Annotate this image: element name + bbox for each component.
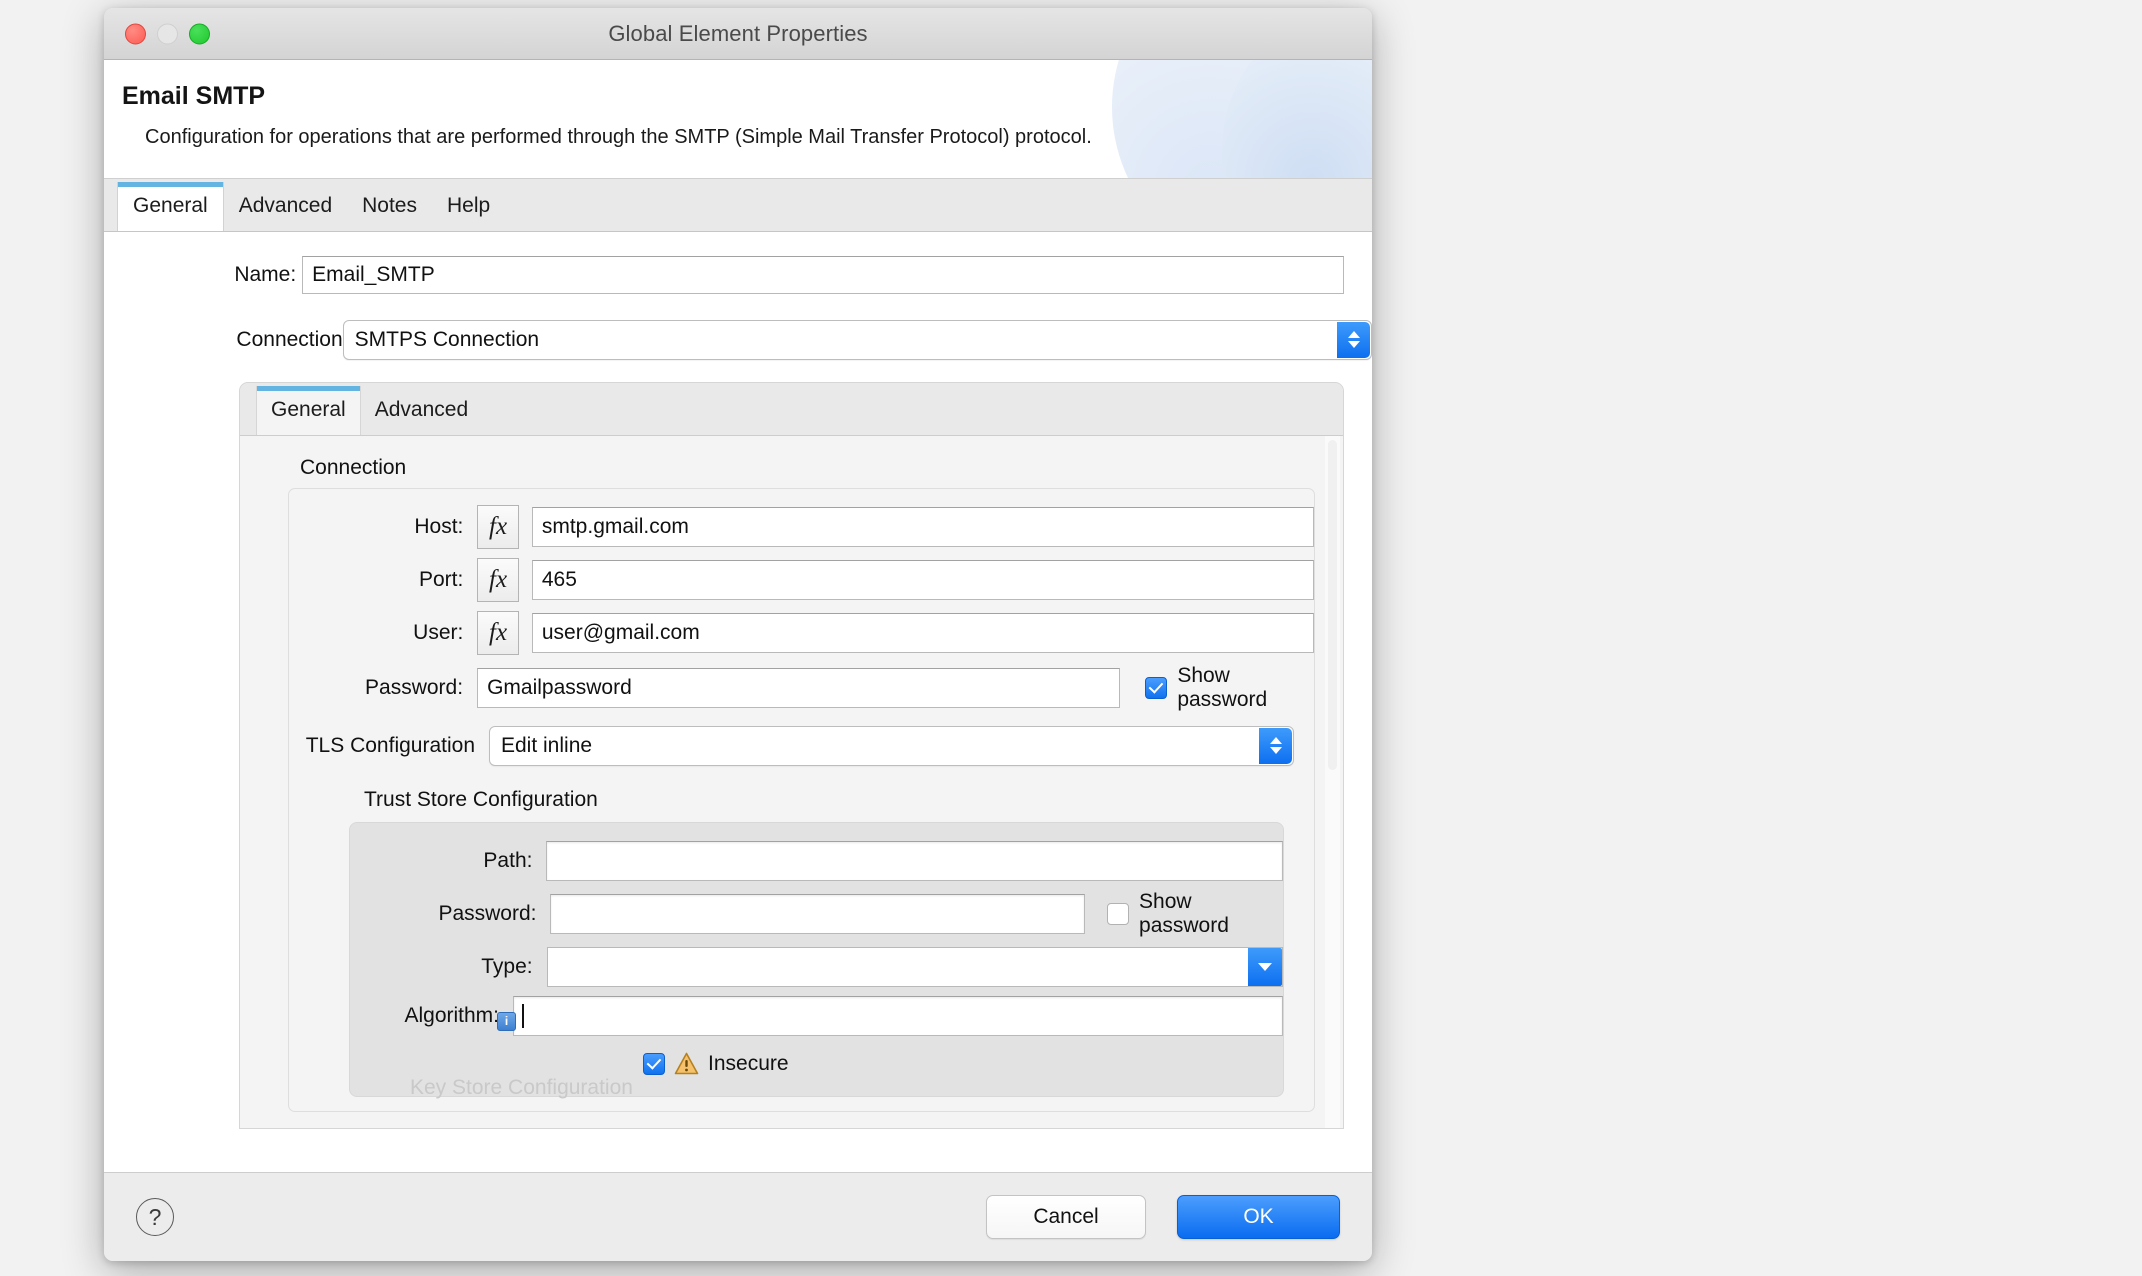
tab-general-label: General	[133, 194, 208, 218]
show-password-checkbox[interactable]: Show password	[1145, 664, 1314, 712]
connection-label: Connection	[236, 327, 343, 351]
traffic-lights	[125, 23, 210, 44]
trust-store-password-label: Password:	[438, 901, 537, 925]
minimize-window-icon[interactable]	[157, 23, 178, 44]
tab-notes[interactable]: Notes	[347, 182, 432, 231]
trust-store-show-password-label: Show password	[1139, 889, 1229, 937]
connection-config-panel: General Advanced Connection Host: fx Po	[239, 381, 1344, 1129]
info-icon[interactable]: i	[497, 1011, 516, 1031]
clipped-next-section: Key Store Configuration	[240, 1076, 1343, 1112]
trust-store-show-password-checkbox-box[interactable]	[1107, 902, 1130, 925]
clipped-next-section-label: Key Store Configuration	[410, 1075, 633, 1099]
password-input[interactable]	[477, 667, 1121, 708]
page-description: Configuration for operations that are pe…	[145, 126, 1092, 148]
trust-store-algorithm-row: Algorithm: i	[350, 995, 1283, 1036]
connection-tab-general[interactable]: General	[256, 385, 361, 435]
password-label: Password:	[365, 675, 464, 699]
host-expression-fx-icon[interactable]: fx	[477, 504, 519, 549]
trust-store-show-password-checkbox[interactable]: Show password	[1107, 890, 1283, 938]
host-input[interactable]	[531, 506, 1314, 547]
insecure-label: Insecure	[708, 1051, 789, 1075]
header-decoration-circle	[1112, 60, 1372, 178]
tab-help[interactable]: Help	[432, 182, 505, 231]
trust-store-path-input[interactable]	[546, 840, 1283, 881]
host-row: Host: fx	[289, 504, 1314, 549]
connection-tab-general-label: General	[271, 398, 346, 422]
main-tab-bar: General Advanced Notes Help	[104, 178, 1372, 232]
port-row: Port: fx	[289, 557, 1314, 602]
trust-store-path-label: Path:	[483, 848, 533, 872]
host-label: Host:	[414, 514, 464, 538]
trust-store-box: Path: Password: Show password Type: Algo…	[349, 821, 1284, 1097]
trust-store-algorithm-label: Algorithm:	[404, 1003, 499, 1027]
trust-store-path-row: Path:	[350, 840, 1283, 881]
connection-tab-bar: General Advanced	[240, 382, 1343, 436]
help-button[interactable]: ?	[136, 1198, 174, 1236]
name-label: Name:	[234, 262, 297, 286]
close-window-icon[interactable]	[125, 23, 146, 44]
user-input[interactable]	[531, 612, 1314, 653]
trust-store-type-row: Type:	[350, 946, 1283, 987]
window-title: Global Element Properties	[608, 20, 868, 46]
tab-general[interactable]: General	[117, 181, 224, 231]
connection-select-chevron-updown-icon[interactable]	[1337, 321, 1370, 358]
tls-configuration-value: Edit inline	[501, 733, 593, 757]
connection-tab-advanced-label: Advanced	[374, 398, 469, 422]
dialog-footer: ? Cancel OK	[104, 1172, 1372, 1261]
trust-store-password-input[interactable]	[550, 893, 1086, 934]
tls-configuration-chevron-updown-icon[interactable]	[1259, 727, 1292, 764]
connection-select-value: SMTPS Connection	[354, 327, 540, 351]
port-expression-fx-icon[interactable]: fx	[477, 557, 519, 602]
connection-tab-advanced[interactable]: Advanced	[361, 386, 482, 435]
tls-configuration-label: TLS Configuration	[305, 733, 475, 757]
tab-advanced[interactable]: Advanced	[224, 182, 347, 231]
tls-configuration-row: TLS Configuration Edit inline	[289, 725, 1314, 766]
tab-advanced-label: Advanced	[238, 194, 333, 218]
trust-store-type-chevron-down-icon[interactable]	[1248, 947, 1282, 986]
cancel-button[interactable]: Cancel	[986, 1195, 1146, 1239]
window-titlebar: Global Element Properties	[104, 8, 1372, 60]
ok-button[interactable]: OK	[1177, 1195, 1340, 1239]
name-input[interactable]	[302, 255, 1344, 294]
connection-group-box: Host: fx Port: fx User:	[288, 487, 1315, 1112]
trust-store-algorithm-input[interactable]	[513, 995, 1283, 1036]
name-row: Name:	[104, 255, 1344, 294]
warning-triangle-icon	[674, 1052, 699, 1075]
properties-window: Global Element Properties Email SMTP Con…	[104, 8, 1372, 1261]
port-input[interactable]	[531, 559, 1314, 600]
tls-configuration-select[interactable]: Edit inline	[489, 725, 1294, 766]
insecure-checkbox-row[interactable]: Insecure	[643, 1052, 1283, 1076]
maximize-window-icon[interactable]	[189, 23, 210, 44]
user-label: User:	[413, 620, 464, 644]
connection-group-title: Connection	[300, 455, 407, 479]
trust-store-type-label: Type:	[481, 954, 533, 978]
connection-tab-content: Connection Host: fx Port: fx	[240, 456, 1343, 1112]
vertical-scrollbar[interactable]	[1325, 435, 1340, 1128]
tab-notes-label: Notes	[362, 194, 417, 218]
dialog-header: Email SMTP Configuration for operations …	[104, 60, 1372, 179]
text-caret	[522, 1003, 524, 1028]
tab-help-label: Help	[446, 194, 491, 218]
show-password-checkbox-box[interactable]	[1145, 676, 1168, 699]
trust-store-algorithm-field-wrap: i	[497, 995, 1283, 1036]
trust-store-title: Trust Store Configuration	[364, 787, 598, 811]
insecure-checkbox-box[interactable]	[643, 1052, 665, 1075]
vertical-scrollbar-thumb[interactable]	[1328, 439, 1337, 770]
user-expression-fx-icon[interactable]: fx	[477, 610, 519, 655]
user-row: User: fx	[289, 610, 1314, 655]
form-area: Name: Connection SMTPS Connection Genera…	[104, 231, 1372, 1172]
password-row: Password: Show password	[289, 664, 1314, 712]
connection-select[interactable]: SMTPS Connection	[342, 319, 1372, 360]
port-label: Port:	[419, 567, 464, 591]
trust-store-type-select[interactable]	[546, 946, 1283, 987]
show-password-label: Show password	[1177, 663, 1268, 711]
header-decoration-circle-secondary	[1222, 60, 1372, 178]
connection-row: Connection SMTPS Connection	[104, 319, 1372, 360]
trust-store-password-row: Password: Show password	[350, 890, 1283, 938]
trust-store-type-value	[548, 955, 557, 978]
page-title: Email SMTP	[122, 82, 266, 110]
